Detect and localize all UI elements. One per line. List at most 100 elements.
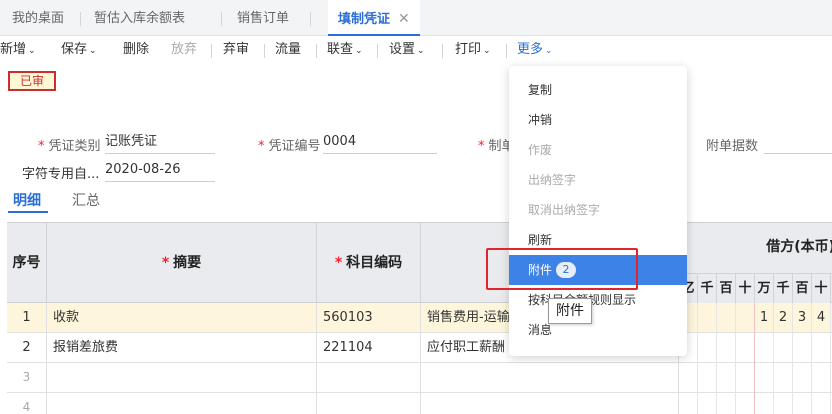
toolbar-divider	[377, 44, 378, 58]
cell-digit[interactable]	[793, 333, 812, 363]
cell-digit[interactable]	[793, 393, 812, 414]
cell-account-code[interactable]: 560103	[317, 303, 421, 333]
toolbar: 新增 ⌄ 保存 ⌄ 删除 放弃 弃审 流量 联查 ⌄ 设置 ⌄ 打印 ⌄ 更多 ⌄	[0, 36, 832, 66]
cell-account-code[interactable]	[317, 393, 421, 414]
header-account-code: * 科目编码	[317, 223, 421, 303]
chevron-down-icon: ⌄	[355, 46, 363, 56]
required-asterisk: *	[478, 139, 485, 154]
new-label: 新增	[0, 42, 27, 57]
toolbar-divider	[316, 44, 317, 58]
menu-item-message[interactable]: 消息	[509, 315, 687, 345]
menu-item-reverse[interactable]: 冲销	[509, 105, 687, 135]
delete-button[interactable]: 删除	[123, 36, 149, 66]
cell-digit[interactable]	[755, 393, 774, 414]
tab-summary[interactable]: 汇总	[72, 190, 100, 210]
cell-account-code[interactable]: 221104	[317, 333, 421, 363]
cell-summary[interactable]	[47, 363, 317, 393]
cell-digit[interactable]	[717, 363, 736, 393]
cell-account-name[interactable]	[421, 393, 679, 414]
more-button[interactable]: 更多 ⌄	[517, 36, 553, 66]
required-asterisk: *	[161, 255, 170, 271]
chevron-down-icon: ⌄	[417, 46, 425, 56]
table-row[interactable]: 1 收款 560103 销售费用-运输 1 2 3 4	[7, 303, 832, 333]
table-row[interactable]: 3	[7, 363, 832, 393]
tab-fill-voucher[interactable]: 填制凭证 ✕	[328, 0, 420, 36]
settings-label: 设置	[389, 42, 416, 57]
cell-digit[interactable]	[736, 333, 755, 363]
cell-digit[interactable]	[717, 333, 736, 363]
cell-digit[interactable]	[717, 393, 736, 414]
menu-item-cancel-cashier-sign[interactable]: 取消出纳签字	[509, 195, 687, 225]
voucher-no-field[interactable]: 0004	[323, 132, 437, 154]
active-tab-indicator	[8, 211, 48, 213]
cell-digit[interactable]: 2	[774, 303, 793, 333]
more-dropdown-menu: 复制 冲销 作废 出纳签字 取消出纳签字 刷新 附件2 按科目余额规则显示 消息	[509, 66, 687, 356]
voucher-type-label-text: 凭证类别	[48, 139, 101, 154]
discard-button[interactable]: 放弃	[171, 36, 197, 66]
attachment-tooltip: 附件	[548, 298, 592, 324]
cell-digit[interactable]	[755, 363, 774, 393]
table-row[interactable]: 4	[7, 393, 832, 414]
settings-button[interactable]: 设置 ⌄	[389, 36, 425, 66]
cell-digit[interactable]	[736, 393, 755, 414]
attachment-count-field[interactable]	[764, 132, 832, 154]
cell-digit[interactable]: 1	[755, 303, 774, 333]
cell-digit[interactable]	[774, 363, 793, 393]
flow-button[interactable]: 流量	[275, 36, 301, 66]
save-label: 保存	[61, 42, 88, 57]
table-row[interactable]: 2 报销差旅费 221104 应付职工薪酬	[7, 333, 832, 363]
cell-digit[interactable]	[679, 393, 698, 414]
menu-item-void[interactable]: 作废	[509, 135, 687, 165]
cell-digit[interactable]	[679, 363, 698, 393]
tab-my-desktop[interactable]: 我的桌面	[12, 0, 64, 36]
toolbar-divider	[211, 44, 212, 58]
cell-account-code[interactable]	[317, 363, 421, 393]
cell-digit[interactable]	[698, 333, 717, 363]
cell-summary[interactable]: 报销差旅费	[47, 333, 317, 363]
menu-item-cashier-sign[interactable]: 出纳签字	[509, 165, 687, 195]
cell-digit[interactable]	[812, 363, 831, 393]
voucher-no-label: * 凭证编号	[258, 135, 321, 154]
cell-digit[interactable]	[736, 303, 755, 333]
toolbar-divider	[442, 44, 443, 58]
tab-detail[interactable]: 明细	[13, 190, 41, 210]
link-query-button[interactable]: 联查 ⌄	[327, 36, 363, 66]
cell-digit[interactable]	[736, 363, 755, 393]
cell-digit[interactable]	[698, 303, 717, 333]
new-button[interactable]: 新增 ⌄	[0, 36, 36, 66]
cell-seq: 1	[7, 303, 47, 333]
cell-digit[interactable]	[812, 333, 831, 363]
cell-digit[interactable]	[812, 393, 831, 414]
cell-digit[interactable]	[774, 333, 793, 363]
save-button[interactable]: 保存 ⌄	[61, 36, 97, 66]
status-badge: 已审	[8, 71, 56, 91]
cell-digit[interactable]	[717, 303, 736, 333]
unaudit-button[interactable]: 弃审	[223, 36, 249, 66]
tab-sales-order[interactable]: 销售订单	[237, 0, 289, 36]
cell-seq: 2	[7, 333, 47, 363]
close-icon[interactable]: ✕	[398, 11, 410, 27]
cell-account-name[interactable]	[421, 363, 679, 393]
menu-item-copy[interactable]: 复制	[509, 75, 687, 105]
cell-digit[interactable]	[755, 333, 774, 363]
header-summary-text: 摘要	[173, 255, 202, 271]
header-summary: * 摘要	[47, 223, 317, 303]
link-query-label: 联查	[327, 42, 354, 57]
cell-digit[interactable]	[774, 393, 793, 414]
cell-summary[interactable]	[47, 393, 317, 414]
date-field[interactable]: 2020-08-26	[105, 160, 215, 182]
header-digit: 百	[717, 274, 736, 303]
cell-summary[interactable]: 收款	[47, 303, 317, 333]
cell-digit[interactable]	[793, 363, 812, 393]
print-button[interactable]: 打印 ⌄	[455, 36, 491, 66]
voucher-type-field[interactable]: 记账凭证	[105, 132, 215, 154]
voucher-entry-table: 序号 * 摘要 * 科目编码 借方(本币) 亿 千 百 十 万 千 百 十 1 收款…	[7, 222, 832, 414]
cell-digit[interactable]: 3	[793, 303, 812, 333]
toolbar-divider	[264, 44, 265, 58]
cell-digit[interactable]	[698, 363, 717, 393]
tab-provisional-stock-balance[interactable]: 暂估入库余额表	[94, 0, 185, 36]
header-account-code-text: 科目编码	[346, 255, 403, 271]
header-debit: 借方(本币)	[679, 223, 832, 274]
cell-digit[interactable]: 4	[812, 303, 831, 333]
cell-digit[interactable]	[698, 393, 717, 414]
